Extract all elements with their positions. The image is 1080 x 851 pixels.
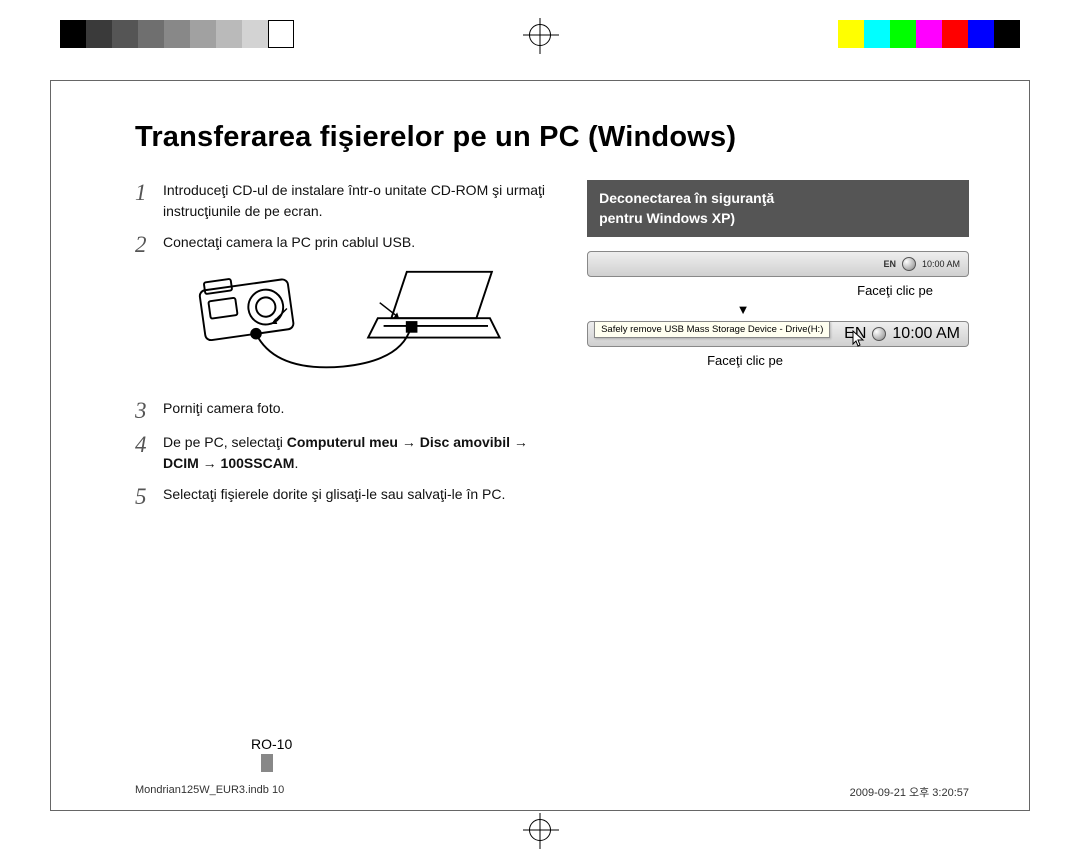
camera-usb-illustration xyxy=(163,266,557,382)
page-number: RO-10 xyxy=(251,736,292,752)
manual-page: Transferarea fişierelor pe un PC (Window… xyxy=(50,80,1030,811)
cursor-icon xyxy=(852,330,866,348)
safely-remove-icon xyxy=(902,257,916,271)
step-text: Introduceţi CD-ul de instalare într-o un… xyxy=(163,180,557,222)
registration-mark-bottom xyxy=(529,819,551,841)
step-number: 3 xyxy=(135,398,163,422)
step-text: De pe PC, selectaţi Computerul meu → Dis… xyxy=(163,432,557,474)
content-columns: 1 Introduceţi CD-ul de instalare într-o … xyxy=(135,180,969,518)
sidebar-header-line2: pentru Windows XP) xyxy=(599,208,957,228)
step-number: 5 xyxy=(135,484,163,508)
step-5: 5 Selectaţi fişierele dorite şi glisaţi-… xyxy=(135,484,557,508)
step4-prefix: De pe PC, selectaţi xyxy=(163,434,287,450)
clock: 10:00 AM xyxy=(892,325,960,343)
clock: 10:00 AM xyxy=(922,259,960,269)
step4-suffix: . xyxy=(294,455,298,471)
safely-remove-icon xyxy=(872,327,886,341)
steps-column: 1 Introduceţi CD-ul de instalare într-o … xyxy=(135,180,557,518)
sidebar-header-line1: Deconectarea în siguranţă xyxy=(599,188,957,208)
step-number: 4 xyxy=(135,432,163,456)
footer-filename: Mondrian125W_EUR3.indb 10 xyxy=(135,784,284,800)
page-number-tab xyxy=(261,754,273,772)
registration-mark-top xyxy=(529,24,551,46)
step-text: Porniţi camera foto. xyxy=(163,398,557,419)
step-4: 4 De pe PC, selectaţi Computerul meu → D… xyxy=(135,432,557,474)
safely-remove-balloon: Safely remove USB Mass Storage Device - … xyxy=(594,321,830,338)
caption-click-1: Faceţi clic pe xyxy=(587,283,933,298)
step-2: 2 Conectaţi camera la PC prin cablul USB… xyxy=(135,232,557,256)
taskbar-screenshot-2: Safely remove USB Mass Storage Device - … xyxy=(587,321,969,347)
step-1: 1 Introduceţi CD-ul de instalare într-o … xyxy=(135,180,557,222)
language-indicator: EN xyxy=(883,259,896,269)
step-number: 2 xyxy=(135,232,163,256)
step-number: 1 xyxy=(135,180,163,204)
taskbar-screenshot-1: EN 10:00 AM xyxy=(587,251,969,277)
sidebar-header: Deconectarea în siguranţă pentru Windows… xyxy=(587,180,969,237)
sidebar-column: Deconectarea în siguranţă pentru Windows… xyxy=(587,180,969,518)
step-text: Selectaţi fişierele dorite şi glisaţi-le… xyxy=(163,484,557,505)
step-text: Conectaţi camera la PC prin cablul USB. xyxy=(163,232,557,253)
flow-arrow-icon: ▼ xyxy=(587,302,969,317)
step-3: 3 Porniţi camera foto. xyxy=(135,398,557,422)
print-footer: Mondrian125W_EUR3.indb 10 2009-09-21 오후 … xyxy=(135,784,969,800)
page-title: Transferarea fişierelor pe un PC (Window… xyxy=(135,121,969,154)
caption-click-2: Faceţi clic pe xyxy=(707,353,969,368)
footer-timestamp: 2009-09-21 오후 3:20:57 xyxy=(850,784,969,800)
